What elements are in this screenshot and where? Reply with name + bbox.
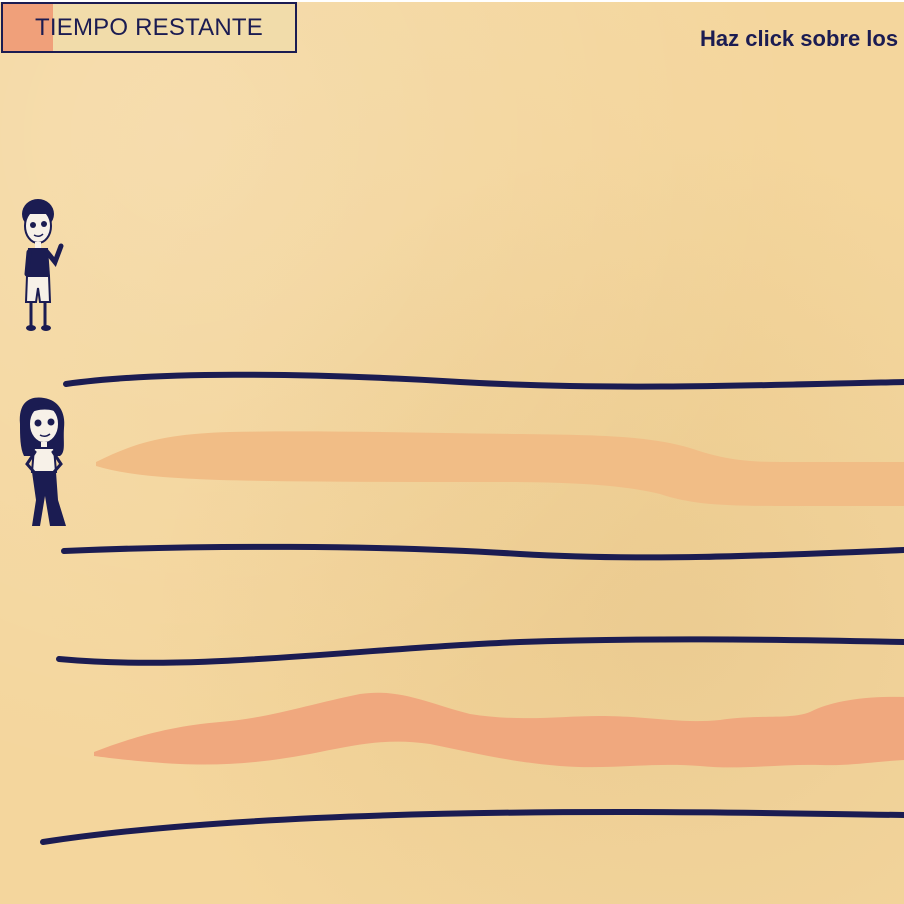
paint-stroke-salmon[interactable] bbox=[94, 692, 904, 768]
lane-line bbox=[40, 808, 904, 845]
girl-character-icon[interactable] bbox=[19, 397, 66, 526]
game-scene bbox=[19, 199, 904, 845]
lane-line bbox=[56, 636, 904, 666]
paint-stroke-light[interactable] bbox=[96, 431, 904, 506]
lane-line bbox=[61, 543, 904, 561]
lane-line bbox=[63, 371, 904, 390]
boy-character-icon[interactable] bbox=[22, 199, 64, 331]
